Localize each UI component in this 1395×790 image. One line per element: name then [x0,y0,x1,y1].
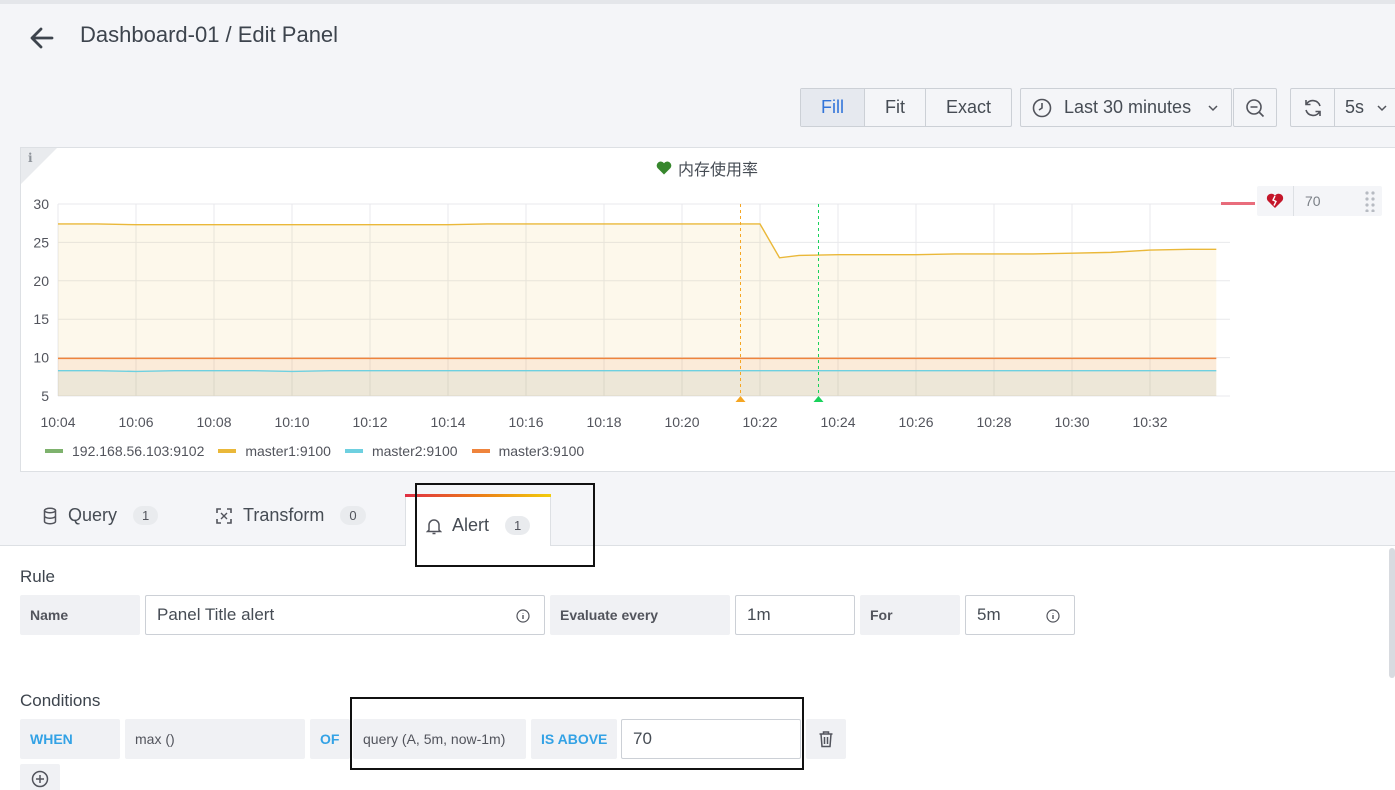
refresh-interval-select[interactable]: 5s [1335,89,1395,126]
add-condition-button[interactable] [20,764,60,790]
legend-item[interactable]: master2:9100 [344,443,458,459]
clock-icon [1032,98,1052,117]
highlight-box-alert-tab [415,483,595,567]
y-tick-label: 5 [41,388,49,404]
legend-swatch [471,449,490,453]
reducer-function[interactable]: max () [125,719,305,759]
x-tick-label: 10:26 [898,414,933,430]
x-tick-label: 10:06 [118,414,153,430]
x-tick-label: 10:14 [430,414,465,430]
x-tick-label: 10:18 [586,414,621,430]
database-icon [43,507,57,524]
tab-transform-count: 0 [340,506,366,525]
legend-item[interactable]: 192.168.56.103:9102 [45,443,204,459]
rule-heading: Rule [20,567,55,586]
refresh-picker: 5s [1290,88,1395,127]
tab-query-count: 1 [133,506,159,525]
threshold-line [1221,202,1255,205]
of-keyword: OF [310,719,350,759]
for-value: 5m [977,605,1001,624]
legend-swatch [45,449,63,453]
y-tick-label: 30 [33,196,49,212]
conditions-heading: Conditions [20,691,101,710]
tab-transform[interactable]: Transform 0 [215,485,366,546]
legend-swatch [218,449,237,453]
series-area [58,358,1217,396]
series-line [58,369,1217,373]
rule-name-value: Panel Title alert [157,605,275,624]
x-tick-label: 10:32 [1132,414,1167,430]
rule-name-input[interactable]: Panel Title alert [145,595,545,635]
y-tick-label: 15 [33,311,49,327]
broken-heart-icon [1266,193,1284,208]
panel-title[interactable]: 内存使用率 [656,156,758,180]
back-arrow-icon[interactable] [28,24,56,52]
graph-panel: i 内存使用率 30 25 20 15 10 5 10:04 10:06 10:08 10:10 1… [20,147,1395,472]
evaluate-every-input[interactable]: 1m [735,595,855,635]
exact-button[interactable]: Exact [926,89,1011,126]
refresh-interval-label: 5s [1345,97,1365,117]
tab-transform-label: Transform [243,505,325,525]
transform-icon [216,507,232,524]
highlight-box-condition [350,697,804,770]
info-circle-icon[interactable] [1046,609,1060,623]
y-tick-label: 10 [33,350,49,366]
x-tick-label: 10:28 [976,414,1011,430]
refresh-button[interactable] [1291,89,1335,126]
zoom-out-icon [1246,98,1265,117]
y-tick-label: 20 [33,273,49,289]
info-circle-icon[interactable] [516,609,530,623]
panel-info-corner[interactable] [21,148,57,184]
x-tick-label: 10:20 [664,414,699,430]
editor-scrollbar[interactable] [1389,548,1395,678]
for-label: For [860,595,960,635]
x-tick-label: 10:22 [742,414,777,430]
heart-icon [656,161,672,175]
x-tick-label: 10:30 [1054,414,1089,430]
x-tick-label: 10:10 [274,414,309,430]
legend-label: master2:9100 [371,443,458,459]
legend-item[interactable]: master1:9100 [218,443,331,459]
fill-button[interactable]: Fill [801,89,865,126]
plus-circle-icon [31,770,49,788]
fit-button[interactable]: Fit [865,89,926,126]
panel-title-text: 内存使用率 [678,162,759,179]
annotation-marker [735,396,746,402]
graph-legend: 192.168.56.103:9102 master1:9100 master2:9… [45,443,584,459]
editor-tabs: Query 1 Transform 0 Alert 1 [0,485,1395,556]
x-tick-label: 10:04 [40,414,75,430]
legend-label: master3:9100 [498,443,585,459]
x-tick-label: 10:24 [820,414,855,430]
x-tick-label: 10:12 [352,414,387,430]
name-label: Name [20,595,140,635]
view-mode-group: Fill Fit Exact [800,88,1013,127]
trash-icon [819,731,833,748]
chevron-down-icon [1377,104,1387,111]
tab-query[interactable]: Query 1 [42,485,159,546]
delete-condition-button[interactable] [806,719,846,759]
graph-chart[interactable]: 30 25 20 15 10 5 10:04 10:06 10:08 10:10 10:12 10:1… [21,188,1261,473]
when-keyword[interactable]: WHEN [20,719,120,759]
zoom-out-button[interactable] [1233,88,1277,127]
legend-item[interactable]: master3:9100 [471,443,585,459]
x-tick-label: 10:16 [508,414,543,430]
refresh-icon [1304,99,1321,116]
time-range-label: Last 30 minutes [1064,97,1192,117]
drag-handle-icon[interactable] [1364,190,1376,212]
tab-query-label: Query [68,505,118,525]
time-range-picker[interactable]: Last 30 minutes [1020,88,1232,127]
info-icon: i [28,151,33,165]
breadcrumb: Dashboard-01 / Edit Panel [80,22,339,47]
x-tick-label: 10:08 [196,414,231,430]
chevron-down-icon [1208,105,1218,112]
threshold-handle[interactable]: 70 [1257,186,1382,216]
for-input[interactable]: 5m [965,595,1075,635]
legend-swatch [344,449,363,453]
legend-label: master1:9100 [245,443,331,459]
legend-label: 192.168.56.103:9102 [72,443,205,459]
y-tick-label: 25 [33,234,49,250]
annotation-marker [813,396,824,402]
top-border [0,0,1395,4]
evaluate-label: Evaluate every [550,595,730,635]
